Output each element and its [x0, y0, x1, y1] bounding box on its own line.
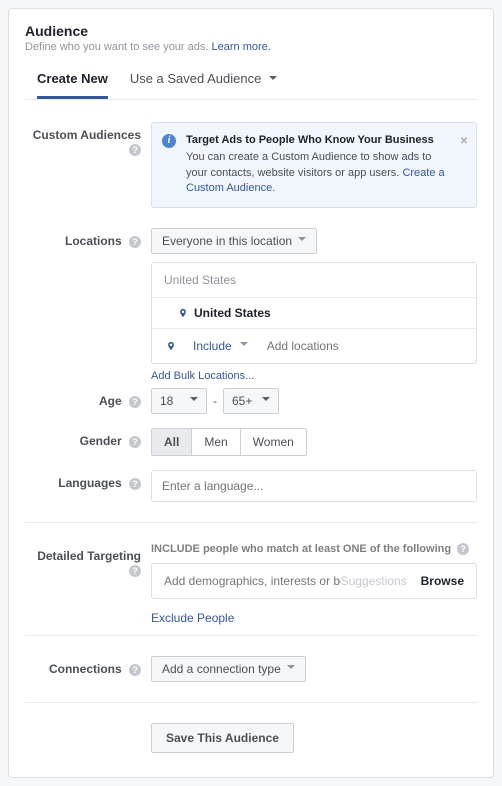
caret-down-icon — [262, 397, 270, 405]
languages-input[interactable] — [151, 470, 477, 502]
gender-men[interactable]: Men — [192, 428, 240, 456]
row-connections: Connections ? Add a connection type — [25, 656, 477, 682]
label-age: Age ? — [25, 388, 151, 414]
caret-down-icon — [240, 342, 248, 350]
row-locations: Locations ? Everyone in this location Un… — [25, 228, 477, 382]
tab-use-saved[interactable]: Use a Saved Audience — [130, 71, 277, 99]
label-languages: Languages ? — [25, 470, 151, 502]
row-age: Age ? 18 - 65+ — [25, 388, 477, 414]
page-title: Audience — [25, 23, 477, 39]
label-text: Gender — [80, 434, 122, 448]
location-scope-dropdown[interactable]: Everyone in this location — [151, 228, 317, 254]
caret-down-icon — [298, 237, 306, 245]
save-audience-button[interactable]: Save This Audience — [151, 723, 294, 753]
divider — [25, 635, 477, 636]
location-value: United States — [194, 306, 271, 320]
label-text: Connections — [49, 662, 122, 676]
include-label: Include — [193, 339, 232, 353]
help-icon[interactable]: ? — [129, 436, 141, 448]
label-text: Locations — [65, 234, 122, 248]
help-icon[interactable]: ? — [129, 565, 141, 577]
row-save: Save This Audience — [25, 723, 477, 753]
age-min-dropdown[interactable]: 18 — [151, 388, 207, 414]
label-locations: Locations ? — [25, 228, 151, 382]
label-text: Age — [99, 394, 122, 408]
location-footer: Include — [152, 328, 476, 363]
row-custom-audiences: Custom Audiences ? i × Target Ads to Peo… — [25, 122, 477, 208]
tab-create-new[interactable]: Create New — [37, 71, 108, 99]
include-text: INCLUDE people who match at least ONE of… — [151, 543, 451, 555]
tab-use-saved-label: Use a Saved Audience — [130, 71, 262, 86]
label-spacer — [25, 723, 151, 753]
audience-panel: Audience Define who you want to see your… — [8, 8, 494, 778]
page-subtitle: Define who you want to see your ads. Lea… — [25, 41, 477, 53]
help-icon[interactable]: ? — [129, 396, 141, 408]
close-icon[interactable]: × — [460, 131, 468, 151]
help-icon[interactable]: ? — [129, 664, 141, 676]
divider — [25, 702, 477, 703]
subtitle-text: Define who you want to see your ads. — [25, 41, 212, 53]
detailed-targeting-box: Suggestions Browse — [151, 563, 477, 599]
label-detailed-targeting: Detailed Targeting ? — [25, 543, 151, 625]
age-max-dropdown[interactable]: 65+ — [223, 388, 279, 414]
location-region-header: United States — [152, 263, 476, 298]
caret-down-icon — [190, 397, 198, 405]
location-box: United States United States Include — [151, 262, 477, 364]
location-selected-item[interactable]: United States — [152, 298, 476, 328]
label-custom-audiences: Custom Audiences ? — [25, 122, 151, 208]
row-languages: Languages ? — [25, 470, 477, 502]
detailed-targeting-input[interactable] — [164, 564, 341, 598]
age-dash: - — [213, 394, 217, 408]
label-text: Languages — [58, 476, 121, 490]
pin-icon — [166, 341, 176, 351]
browse-button[interactable]: Browse — [421, 574, 464, 588]
exclude-people-link[interactable]: Exclude People — [151, 611, 234, 625]
help-icon[interactable]: ? — [457, 543, 469, 555]
include-description: INCLUDE people who match at least ONE of… — [151, 543, 477, 555]
help-icon[interactable]: ? — [129, 144, 141, 156]
age-min-value: 18 — [160, 394, 173, 408]
pin-icon — [178, 308, 188, 318]
add-bulk-locations-link[interactable]: Add Bulk Locations... — [151, 370, 254, 382]
label-text: Detailed Targeting — [37, 549, 141, 563]
add-location-input[interactable] — [265, 335, 468, 357]
include-dropdown[interactable]: Include — [186, 336, 255, 356]
caret-down-icon — [287, 665, 295, 673]
label-connections: Connections ? — [25, 656, 151, 682]
dropdown-label: Everyone in this location — [162, 234, 292, 248]
gender-segmented-control: All Men Women — [151, 428, 477, 456]
divider — [25, 522, 477, 523]
info-title: Target Ads to People Who Know Your Busin… — [186, 133, 450, 148]
info-icon: i — [162, 134, 176, 148]
row-gender: Gender ? All Men Women — [25, 428, 477, 456]
audience-tabs: Create New Use a Saved Audience — [25, 71, 477, 100]
row-detailed-targeting: Detailed Targeting ? INCLUDE people who … — [25, 543, 477, 625]
suggestions-button[interactable]: Suggestions — [341, 574, 407, 588]
add-connection-type-dropdown[interactable]: Add a connection type — [151, 656, 306, 682]
label-gender: Gender ? — [25, 428, 151, 456]
label-text: Custom Audiences — [33, 128, 141, 142]
help-icon[interactable]: ? — [129, 478, 141, 490]
custom-audience-info-box: i × Target Ads to People Who Know Your B… — [151, 122, 477, 208]
learn-more-link[interactable]: Learn more. — [212, 41, 271, 53]
age-max-value: 65+ — [232, 394, 252, 408]
gender-all[interactable]: All — [151, 428, 192, 456]
gender-women[interactable]: Women — [241, 428, 307, 456]
dropdown-label: Add a connection type — [162, 662, 281, 676]
info-body: You can create a Custom Audience to show… — [186, 151, 431, 178]
help-icon[interactable]: ? — [129, 236, 141, 248]
caret-down-icon — [269, 76, 277, 84]
